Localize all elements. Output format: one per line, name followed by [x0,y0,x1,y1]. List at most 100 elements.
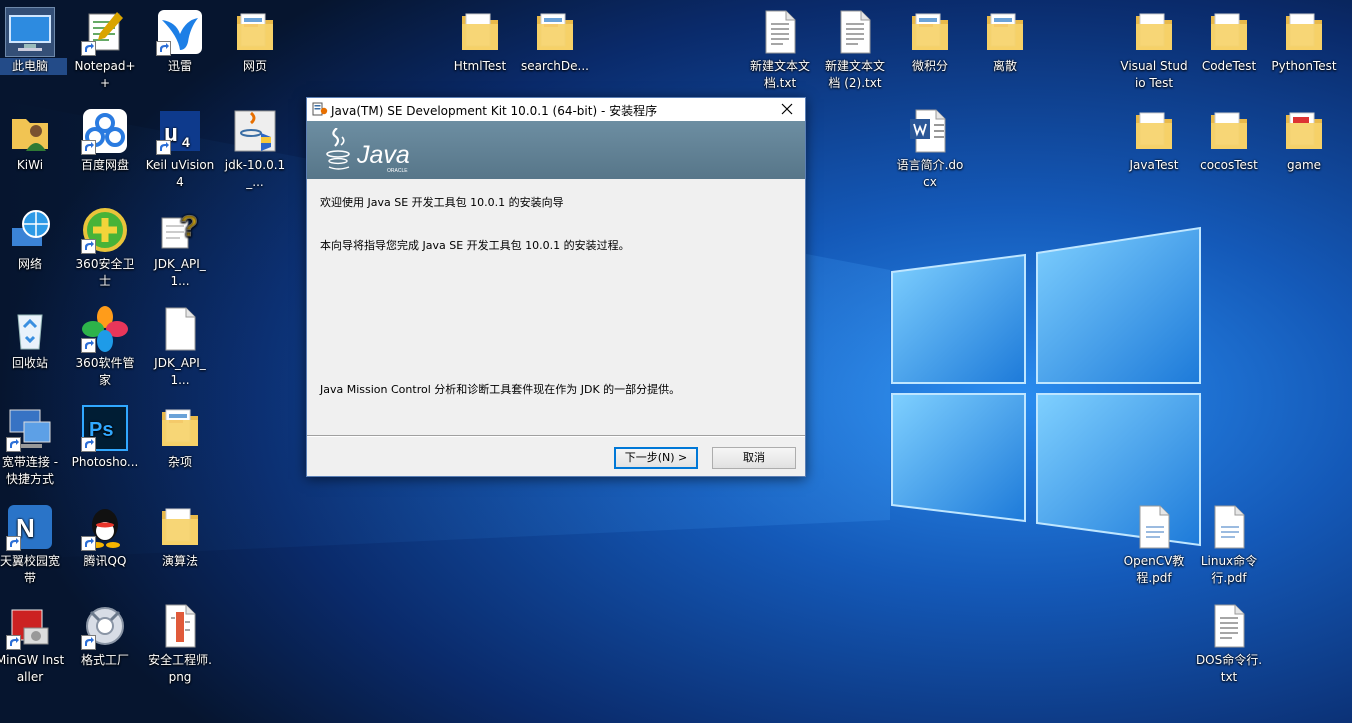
folder-doc-icon [906,8,954,56]
welcome-text: 欢迎使用 Java SE 开发工具包 10.0.1 的安装向导 [320,196,564,209]
desktop-icon-label: 天翼校园宽带 [0,554,60,585]
desktop-icon-label: Photosho... [71,455,139,469]
folder-icon [456,8,504,56]
desktop-icon-suanfa[interactable]: 演算法 [143,495,217,570]
desktop-icon-this-pc[interactable]: 此电脑 [0,0,67,75]
desktop-icon-label: Notepad++ [74,59,136,90]
desktop-icon-xunlei[interactable]: 迅雷 [143,0,217,75]
desktop-icon-label: DOS命令行.txt [1195,653,1263,684]
user-icon [6,107,54,155]
desktop-icon-searchde[interactable]: searchDe... [518,0,592,75]
keil-icon: µ4 [156,107,204,155]
desktop-icon-label: Visual Studio Test [1120,59,1188,90]
guide-text: 本向导将指导您完成 Java SE 开发工具包 10.0.1 的安装过程。 [320,239,630,252]
desktop-icon-label: 格式工厂 [80,653,129,667]
desktop-icon-qq[interactable]: 腾讯QQ [68,495,142,570]
desktop-icon-mingw[interactable]: MinGW Installer [0,594,67,686]
desktop-icon-cocostest[interactable]: cocosTest [1192,99,1266,174]
desktop-icon-keil[interactable]: µ 4 Keil uVision4 [143,99,217,191]
desktop-icon-jdkapi2[interactable]: JDK_API_1... [143,297,217,389]
desktop-icon-label: 百度网盘 [80,158,129,172]
shortcut-arrow-icon [81,239,96,254]
svg-text:?: ? [180,210,198,243]
desktop-icon-linuxcmd[interactable]: Linux命令行.pdf [1192,495,1266,587]
desktop-icon-label: 网络 [17,257,42,271]
shortcut-arrow-icon [81,140,96,155]
desktop-icon-jdkapi1[interactable]: ? JDK_API_1... [143,198,217,290]
desktop-icon-vstest[interactable]: Visual Studio Test [1117,0,1191,92]
desktop-icon-label: cocosTest [1200,158,1258,172]
desktop-icon-jdk[interactable]: jdk-10.0.1_... [218,99,292,191]
desktop-icon-label: 此电脑 [0,58,67,75]
desktop-icon-kiwi[interactable]: KiWi [0,99,67,174]
folder-pdf-icon [1280,107,1328,155]
folder-doc-icon [531,8,579,56]
dialog-titlebar[interactable]: Java(TM) SE Development Kit 10.0.1 (64-b… [307,98,805,121]
desktop-icon-broadband[interactable]: 宽带连接 - 快捷方式 [0,396,67,488]
desktop-icon-doscmd[interactable]: DOS命令行.txt [1192,594,1266,686]
desktop-icon-network[interactable]: 网络 [0,198,67,273]
desktop: 此电脑 Notepad++ 迅雷 网页 HtmlTest searchDe... 新建文本文… [0,0,1352,723]
desktop-icon-tianyi[interactable]: N 天翼校园宽带 [0,495,67,587]
shortcut-arrow-icon [6,536,21,551]
desktop-icon-notepad[interactable]: Notepad++ [68,0,142,92]
desktop-icon-label: 回收站 [11,356,48,370]
png-icon [156,602,204,650]
shortcut-arrow-icon [6,635,21,650]
desktop-icon-label: 新建文本文档 (2).txt [824,59,885,90]
dialog-title: Java(TM) SE Development Kit 10.0.1 (64-b… [331,104,658,118]
desktop-icon-photoshop[interactable]: Ps Photosho... [68,396,142,471]
close-icon [781,103,793,115]
next-button[interactable]: 下一步(N) > [614,447,698,469]
cancel-button[interactable]: 取消 [712,447,796,469]
desktop-icon-360mgr[interactable]: 360软件管家 [68,297,142,389]
desktop-icon-baidu[interactable]: 百度网盘 [68,99,142,174]
shortcut-arrow-icon [81,635,96,650]
notepad-icon [81,8,129,56]
desktop-icon-label: CodeTest [1201,59,1257,73]
desktop-icon-javatest[interactable]: JavaTest [1117,99,1191,174]
qq-icon [81,503,129,551]
blank-icon [156,305,204,353]
desktop-icon-label: Linux命令行.pdf [1200,554,1258,585]
desktop-icon-pythontest[interactable]: PythonTest [1267,0,1341,75]
shortcut-arrow-icon [81,437,96,452]
desktop-icon-weijifen[interactable]: 微积分 [893,0,967,75]
desktop-icon-yuyan[interactable]: 语言简介.docx [893,99,967,191]
svg-text:ORACLE: ORACLE [387,168,408,174]
desktop-icon-label: OpenCV教程.pdf [1123,554,1185,585]
close-button[interactable] [769,98,805,121]
desktop-icon-label: searchDe... [521,59,589,73]
desktop-icon-anquan[interactable]: 安全工程师.png [143,594,217,686]
pc-icon [5,7,55,57]
desktop-icon-recycle[interactable]: 回收站 [0,297,67,372]
desktop-icon-web[interactable]: 网页 [218,0,292,75]
shortcut-arrow-icon [81,41,96,56]
desktop-icon-zaxiang[interactable]: 杂项 [143,396,217,471]
desktop-icon-label: 宽带连接 - 快捷方式 [1,455,59,486]
desktop-icon-newtxt2[interactable]: 新建文本文档 (2).txt [818,0,892,92]
broadband-icon [6,404,54,452]
tianyi-icon: N [6,503,54,551]
desktop-icon-label: 杂项 [167,455,192,469]
java-banner: Java ORACLE [307,121,805,179]
txt-icon [831,8,879,56]
desktop-icon-geshi[interactable]: 格式工厂 [68,594,142,669]
folder-icon [1130,8,1178,56]
folder-icon [156,503,204,551]
svg-text:Java: Java [356,141,410,169]
desktop-icon-codetest[interactable]: CodeTest [1192,0,1266,75]
folder-icon [1205,8,1253,56]
desktop-icon-360safe[interactable]: 360安全卫士 [68,198,142,290]
desktop-icon-htmltest[interactable]: HtmlTest [443,0,517,75]
desktop-icon-label: JDK_API_1... [154,257,206,288]
desktop-icon-label: 离散 [992,59,1017,73]
desktop-icon-newtxt1[interactable]: 新建文本文档.txt [743,0,817,92]
desktop-icon-game[interactable]: game [1267,99,1341,174]
pdf-icon [1130,503,1178,551]
geshi-icon [81,602,129,650]
desktop-icon-label: 360安全卫士 [75,257,135,288]
desktop-icon-lisan[interactable]: 离散 [968,0,1042,75]
desktop-icon-opencv[interactable]: OpenCV教程.pdf [1117,495,1191,587]
folder-icon [1280,8,1328,56]
